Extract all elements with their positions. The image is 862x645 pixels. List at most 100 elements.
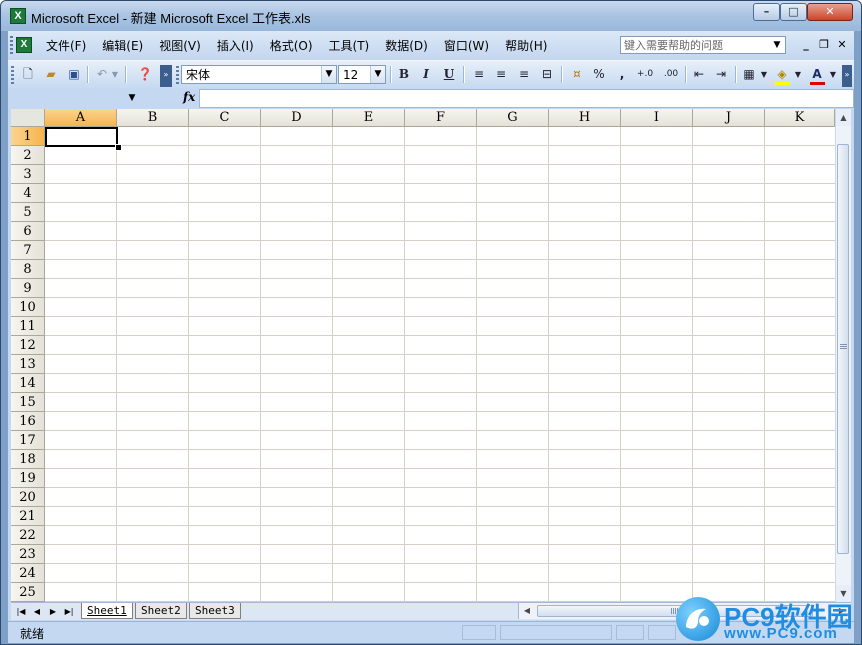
- doc-minimize-button[interactable]: _: [798, 37, 814, 53]
- row-header-6[interactable]: 6: [11, 222, 45, 241]
- last-sheet-icon[interactable]: ▶|: [61, 604, 77, 619]
- formula-input[interactable]: [199, 89, 854, 108]
- sheet-tab-sheet2[interactable]: Sheet2: [135, 603, 187, 619]
- select-all-corner[interactable]: [11, 109, 45, 127]
- decrease-decimal-button[interactable]: .00: [659, 65, 683, 84]
- help-question-box[interactable]: ▼: [620, 36, 786, 54]
- font-color-dropdown-icon[interactable]: ▼: [828, 65, 838, 84]
- sheet-tab-sheet3[interactable]: Sheet3: [189, 603, 241, 619]
- row-header-18[interactable]: 18: [11, 450, 45, 469]
- row-header-10[interactable]: 10: [11, 298, 45, 317]
- font-name-select[interactable]: 宋体 ▼: [181, 65, 337, 84]
- prev-sheet-icon[interactable]: ◀: [29, 604, 45, 619]
- doc-close-button[interactable]: ✕: [834, 37, 850, 53]
- close-window-button[interactable]: ✕: [807, 3, 853, 21]
- name-box[interactable]: ▼: [11, 90, 137, 107]
- row-header-22[interactable]: 22: [11, 526, 45, 545]
- menu-tools[interactable]: 工具(T): [321, 37, 378, 54]
- row-header-16[interactable]: 16: [11, 412, 45, 431]
- row-header-20[interactable]: 20: [11, 488, 45, 507]
- column-header-a[interactable]: A: [45, 109, 117, 127]
- row-header-24[interactable]: 24: [11, 564, 45, 583]
- row-header-11[interactable]: 11: [11, 317, 45, 336]
- row-header-4[interactable]: 4: [11, 184, 45, 203]
- menu-edit[interactable]: 编辑(E): [94, 37, 151, 54]
- increase-indent-icon[interactable]: ⇥: [711, 65, 731, 84]
- vertical-scroll-thumb[interactable]: [837, 144, 849, 554]
- column-header-j[interactable]: J: [693, 109, 765, 127]
- toolbar-grip-icon[interactable]: [176, 66, 179, 84]
- undo-dropdown-icon[interactable]: ▼: [110, 65, 120, 84]
- menu-help[interactable]: 帮助(H): [497, 37, 555, 54]
- row-header-13[interactable]: 13: [11, 355, 45, 374]
- toolbar-options-icon[interactable]: »: [842, 65, 852, 87]
- column-header-e[interactable]: E: [333, 109, 405, 127]
- menubar-grip-icon[interactable]: [10, 36, 13, 55]
- open-folder-icon[interactable]: ▰: [41, 65, 61, 84]
- help-dropdown-icon[interactable]: ▼: [771, 38, 783, 52]
- vertical-scrollbar[interactable]: ▲ ▼: [835, 109, 851, 602]
- decrease-indent-icon[interactable]: ⇤: [689, 65, 709, 84]
- cell-area[interactable]: [45, 127, 835, 602]
- toolbar-grip-icon[interactable]: [11, 66, 14, 84]
- title-bar[interactable]: X Microsoft Excel - 新建 Microsoft Excel 工…: [1, 1, 861, 31]
- row-header-25[interactable]: 25: [11, 583, 45, 602]
- menu-insert[interactable]: 插入(I): [209, 37, 262, 54]
- borders-icon[interactable]: ▦: [739, 65, 759, 84]
- doc-restore-button[interactable]: ❐: [816, 37, 832, 53]
- maximize-window-button[interactable]: □: [780, 3, 807, 21]
- font-size-select[interactable]: 12 ▼: [338, 65, 386, 84]
- italic-button[interactable]: I: [416, 65, 436, 84]
- row-header-5[interactable]: 5: [11, 203, 45, 222]
- increase-decimal-button[interactable]: +.0: [633, 65, 657, 84]
- column-header-f[interactable]: F: [405, 109, 477, 127]
- chevron-down-icon[interactable]: ▼: [125, 90, 139, 107]
- row-header-7[interactable]: 7: [11, 241, 45, 260]
- row-header-14[interactable]: 14: [11, 374, 45, 393]
- align-center-icon[interactable]: ≡: [491, 65, 511, 84]
- row-header-8[interactable]: 8: [11, 260, 45, 279]
- column-header-i[interactable]: I: [621, 109, 693, 127]
- fill-color-dropdown-icon[interactable]: ▼: [793, 65, 803, 84]
- row-header-12[interactable]: 12: [11, 336, 45, 355]
- chevron-down-icon[interactable]: ▼: [321, 66, 336, 83]
- row-header-3[interactable]: 3: [11, 165, 45, 184]
- help-question-input[interactable]: [621, 37, 772, 53]
- scroll-left-icon[interactable]: ◀: [519, 603, 535, 619]
- borders-dropdown-icon[interactable]: ▼: [759, 65, 769, 84]
- row-header-21[interactable]: 21: [11, 507, 45, 526]
- menu-window[interactable]: 窗口(W): [436, 37, 497, 54]
- active-cell-a1[interactable]: [45, 127, 118, 147]
- minimize-window-button[interactable]: –: [753, 3, 780, 21]
- merge-center-icon[interactable]: ⊟: [537, 65, 557, 84]
- column-header-c[interactable]: C: [189, 109, 261, 127]
- scroll-up-icon[interactable]: ▲: [836, 109, 851, 126]
- column-header-k[interactable]: K: [765, 109, 835, 127]
- help-circle-icon[interactable]: ❓: [135, 65, 155, 84]
- column-header-b[interactable]: B: [117, 109, 189, 127]
- underline-button[interactable]: U: [439, 65, 459, 84]
- save-icon[interactable]: ▣: [64, 65, 84, 84]
- new-document-icon[interactable]: 🗋: [18, 65, 38, 84]
- workbook-icon[interactable]: X: [16, 37, 32, 53]
- toolbar-options-icon[interactable]: »: [160, 65, 172, 87]
- menu-data[interactable]: 数据(D): [377, 37, 436, 54]
- fill-handle[interactable]: [115, 144, 122, 151]
- first-sheet-icon[interactable]: |◀: [13, 604, 29, 619]
- next-sheet-icon[interactable]: ▶: [45, 604, 61, 619]
- chevron-down-icon[interactable]: ▼: [370, 66, 385, 83]
- row-header-1[interactable]: 1: [11, 127, 45, 146]
- menu-view[interactable]: 视图(V): [151, 37, 209, 54]
- row-header-19[interactable]: 19: [11, 469, 45, 488]
- undo-icon[interactable]: ↶: [92, 65, 112, 84]
- column-header-d[interactable]: D: [261, 109, 333, 127]
- align-right-icon[interactable]: ≡: [514, 65, 534, 84]
- menu-file[interactable]: 文件(F): [38, 37, 94, 54]
- row-header-23[interactable]: 23: [11, 545, 45, 564]
- percent-style-button[interactable]: %: [589, 65, 609, 84]
- column-header-h[interactable]: H: [549, 109, 621, 127]
- row-header-15[interactable]: 15: [11, 393, 45, 412]
- excel-app-icon[interactable]: X: [10, 8, 26, 24]
- menu-format[interactable]: 格式(O): [262, 37, 321, 54]
- currency-style-icon[interactable]: ¤: [567, 65, 587, 84]
